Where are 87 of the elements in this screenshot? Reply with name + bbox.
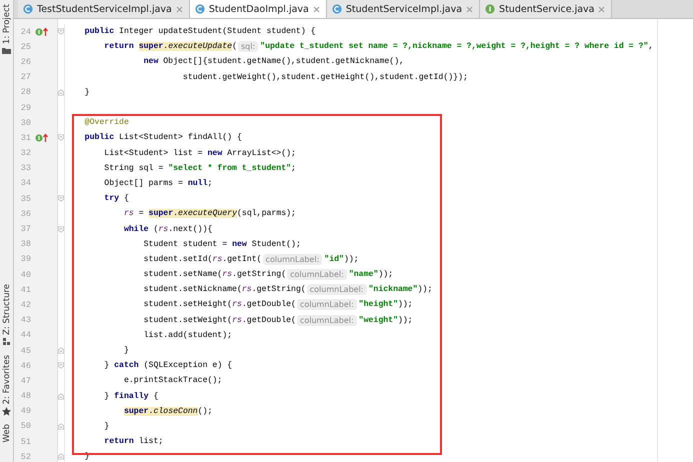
- line-number: 49: [20, 406, 31, 416]
- code-line: Object[] parms = null;: [103, 178, 214, 190]
- line-number: 33: [20, 163, 31, 174]
- code-line: return super.executeUpdate( sql: "update t_student set name = ?,nickname = ?,weight = ?,height = ? where id = ?",: [103, 40, 654, 54]
- line-number: 47: [20, 376, 31, 386]
- code-line: new Object[]{student.getName(),student.getNickname(),: [142, 56, 406, 68]
- override-marker-icon[interactable]: [35, 132, 49, 143]
- code-line: try {: [103, 193, 130, 206]
- fold-marker-icon[interactable]: [58, 346, 64, 356]
- tool-window-label[interactable]: 1: Project: [2, 4, 12, 44]
- line-number: 38: [20, 239, 31, 250]
- line-number: 25: [20, 42, 31, 52]
- editor-tab[interactable]: TestStudentServiceImpl.java: [18, 0, 190, 18]
- fold-marker-icon[interactable]: [58, 422, 64, 431]
- editor-tab[interactable]: StudentDaoImpl.java: [190, 0, 327, 18]
- code-line: } finally {: [103, 390, 160, 403]
- class-icon: [194, 4, 205, 14]
- star-icon[interactable]: [2, 407, 11, 416]
- line-number: 39: [20, 254, 31, 264]
- close-icon[interactable]: [466, 6, 474, 12]
- fold-marker-icon[interactable]: [58, 88, 64, 97]
- code-line: } catch (SQLException e) {: [103, 360, 234, 372]
- class-icon: [332, 4, 342, 14]
- fold-marker-icon[interactable]: [58, 27, 64, 36]
- fold-marker-icon[interactable]: [58, 133, 64, 142]
- line-number: 42: [20, 300, 31, 310]
- tool-window-label[interactable]: 2: Favorites: [2, 355, 12, 404]
- line-number: 26: [20, 56, 31, 67]
- line-number: 28: [20, 87, 31, 98]
- code-line: student.setWeight(rs.getDouble( columnLabel: "weight"));: [142, 314, 414, 328]
- line-number: 37: [20, 224, 31, 234]
- code-line: }: [84, 86, 91, 99]
- line-number: 48: [20, 391, 31, 402]
- code-line: student.getWeight(),student.getHeight(),student.getId()});: [182, 72, 469, 84]
- line-number: 45: [20, 346, 31, 356]
- line-number: 32: [20, 148, 31, 158]
- fold-marker-icon[interactable]: [58, 452, 64, 462]
- code-line: return list;: [103, 436, 164, 448]
- code-line: rs = super.executeQuery(sql,parms);: [122, 208, 297, 220]
- interface-icon: [485, 4, 496, 14]
- line-number: 50: [20, 421, 31, 432]
- code-line: while (rs.next()){: [122, 224, 214, 236]
- code-line: student.setId(rs.getInt( columnLabel: "id"));: [142, 252, 360, 267]
- code-line: student.setHeight(rs.getDouble( columnLabel: "height"));: [142, 298, 414, 312]
- fold-marker-icon[interactable]: [58, 392, 64, 401]
- line-number: 27: [20, 72, 31, 82]
- code-line: @Override: [84, 117, 130, 130]
- code-line: student.setName(rs.getString( columnLabel: "name"));: [142, 268, 394, 282]
- code-line: Student student = new Student();: [142, 238, 302, 251]
- close-icon[interactable]: [312, 6, 320, 12]
- line-number: 30: [20, 118, 31, 128]
- class-icon: [23, 4, 33, 14]
- line-number: 29: [20, 102, 31, 113]
- code-line: public List<Student> findAll() {: [84, 132, 243, 144]
- line-number: 46: [20, 360, 31, 371]
- line-number: 51: [20, 436, 31, 447]
- fold-marker-icon[interactable]: [58, 194, 64, 204]
- line-number: 35: [20, 194, 31, 204]
- fold-marker-icon[interactable]: [58, 224, 64, 234]
- code-line: }: [122, 345, 130, 358]
- folder-icon[interactable]: [2, 47, 11, 54]
- code-line: }: [103, 420, 110, 433]
- code-line: e.printStackTrace();: [122, 375, 224, 388]
- code-line: list.add(student);: [142, 330, 234, 342]
- line-number: 34: [20, 178, 31, 188]
- structure-icon[interactable]: [2, 338, 10, 345]
- fold-marker-icon[interactable]: [58, 361, 64, 370]
- code-line: super.closeConn();: [122, 406, 214, 418]
- code-line: student.setNickname(rs.getString( columnLabel: "nickname"));: [142, 283, 434, 298]
- line-number: 36: [20, 208, 31, 219]
- line-number: 40: [20, 270, 31, 280]
- code-line: String sql = "select * from t_student";: [103, 162, 297, 175]
- line-number: 41: [20, 284, 31, 295]
- line-number: 52: [20, 452, 31, 462]
- code-line: List<Student> list = new ArrayList<>();: [103, 148, 297, 160]
- line-number: 43: [20, 315, 31, 326]
- line-number: 31: [20, 132, 31, 143]
- line-number: 24: [20, 26, 31, 37]
- close-icon[interactable]: [598, 6, 606, 12]
- tool-window-label[interactable]: Web: [2, 424, 12, 443]
- code-line: public Integer updateStudent(Student student) {: [84, 26, 317, 38]
- editor-tab[interactable]: StudentServiceImpl.java: [326, 0, 480, 18]
- close-icon[interactable]: [176, 6, 183, 12]
- override-marker-icon[interactable]: [35, 26, 49, 37]
- tool-window-label[interactable]: Z: Structure: [2, 284, 12, 335]
- editor-tab[interactable]: StudentService.java: [480, 0, 612, 18]
- line-number: 44: [20, 330, 31, 340]
